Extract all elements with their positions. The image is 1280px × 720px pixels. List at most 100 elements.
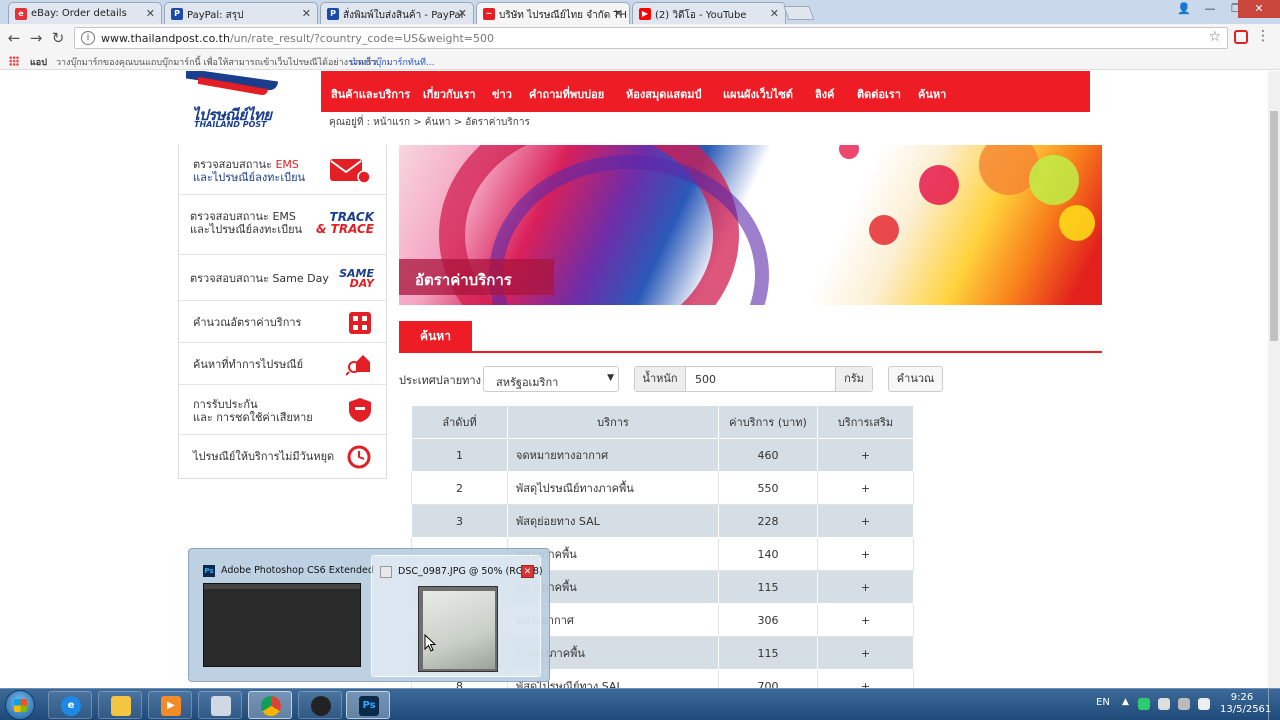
nav-news[interactable]: ข่าว (492, 85, 512, 103)
country-value: สหรัฐอเมริกา (496, 376, 559, 389)
tab-close-icon[interactable]: ✕ (146, 7, 155, 20)
thailand-post-logo[interactable]: ไปรษณีย์ไทย THAILAND POST (178, 71, 288, 131)
bookmark-star-icon[interactable]: ☆ (1208, 29, 1221, 45)
window-close-icon[interactable]: ✕ (1238, 0, 1280, 18)
breadcrumb: คุณอยู่ที่ : หน้าแรก > ค้นหา > อัตราค่าบ… (329, 117, 530, 128)
taskbar-internet-explorer[interactable]: e (48, 691, 92, 719)
dropdown-arrow-icon: ▼ (607, 373, 614, 383)
taskbar-file-explorer[interactable] (98, 691, 142, 719)
tab-close-icon[interactable]: ✕ (614, 7, 623, 20)
thumbnail-photoshop-main[interactable]: Ps Adobe Photoshop CS6 Extended (195, 555, 374, 677)
tab-thailandpost[interactable]: ~ บริษัท ไปรษณีย์ไทย จำกัด TH ✕ (476, 2, 630, 24)
user-icon[interactable]: 👤 (1170, 0, 1198, 18)
tab-ebay[interactable]: e eBay: Order details ✕ (8, 2, 162, 24)
country-select[interactable]: สหรัฐอเมริกา ▼ (483, 366, 619, 392)
extension-icon[interactable] (1234, 30, 1248, 44)
sidebar-item-no-holiday[interactable]: ไปรษณีย์ให้บริการไม่มีวันหยุด (179, 435, 386, 478)
minimize-icon[interactable]: — (1196, 0, 1224, 18)
sidebar-item-label: ค้นหาที่ทำการไปรษณีย์ (193, 358, 304, 371)
extra-service-button[interactable]: + (817, 636, 914, 670)
start-button[interactable] (5, 690, 35, 720)
thumbnail-dsc-image[interactable]: DSC_0987.JPG @ 50% (RGB/8) ✕ (371, 555, 543, 677)
sidebar-item-rate-calculator[interactable]: คำนวณอัตราค่าบริการ (179, 301, 386, 343)
forward-arrow-icon[interactable]: → (26, 29, 46, 47)
internet-explorer-icon: e (61, 696, 81, 716)
extra-service-button[interactable]: + (817, 438, 914, 472)
nav-products[interactable]: สินค้าและบริการ (331, 85, 410, 103)
label-part: และไปรษณีย์ลงทะเบียน (190, 223, 303, 236)
apps-link[interactable]: แอป (30, 55, 47, 69)
extra-service-button[interactable]: + (817, 669, 914, 688)
info-icon[interactable]: i (81, 31, 95, 45)
service-name: พัสดุย่อยทาง SAL (507, 504, 719, 538)
delivery-clock-icon (347, 445, 371, 469)
tray-app-icon[interactable] (1158, 698, 1170, 710)
new-tab-button[interactable] (783, 6, 815, 20)
extra-service-button[interactable]: + (817, 471, 914, 505)
row-number: 1 (411, 438, 508, 472)
sidebar-item-label: ไปรษณีย์ให้บริการไม่มีวันหยุด (193, 450, 335, 463)
main-nav: สินค้าและบริการ เกี่ยวกับเรา ข่าว คำถามท… (321, 71, 1090, 112)
address-bar[interactable]: i www.thailandpost.co.th/un/rate_result/… (74, 27, 1228, 49)
table-row: 3 พัสดุย่อยทาง SAL 228 + (411, 504, 914, 538)
show-desktop-button[interactable] (1268, 689, 1280, 720)
tab-paypal-print[interactable]: P สั่งพิมพ์ใบส่งสินค้า - PayPal ✕ (320, 2, 474, 24)
menu-icon[interactable]: ⋮ (1256, 28, 1270, 44)
back-arrow-icon[interactable]: ← (4, 29, 24, 47)
sidebar-item-ems-track-2[interactable]: ตรวจสอบสถานะ EMS และไปรษณีย์ลงทะเบียน TR… (179, 195, 386, 255)
tab-close-icon[interactable]: ✕ (770, 7, 779, 20)
nav-search[interactable]: ค้นหา (918, 85, 946, 103)
taskbar-chrome[interactable] (248, 691, 292, 719)
tab-search[interactable]: ค้นหา (399, 321, 472, 352)
sidebar-item-ems-track-1[interactable]: ตรวจสอบสถานะ EMS และไปรษณีย์ลงทะเบียน (179, 145, 386, 195)
sidebar-item-same-day[interactable]: ตรวจสอบสถานะ Same Day SAME DAY (179, 255, 386, 301)
import-bookmarks-link[interactable]: นำเข้าบุ๊กมาร์กทันที... (350, 55, 435, 69)
thumbnail-close-icon[interactable]: ✕ (521, 565, 534, 578)
scrollbar-thumb[interactable] (1270, 111, 1278, 341)
tab-close-icon[interactable]: ✕ (302, 7, 311, 20)
paypal-favicon-icon: P (327, 8, 339, 20)
tray-app-icon[interactable] (1138, 698, 1150, 710)
extra-service-button[interactable]: + (817, 504, 914, 538)
bookmarks-bar: แอป วางบุ๊กมาร์กของคุณบนแถบบุ๊กมาร์กนี้ … (0, 52, 1280, 70)
tab-close-icon[interactable]: ✕ (458, 7, 467, 20)
language-indicator[interactable]: EN (1096, 697, 1110, 708)
extra-service-button[interactable]: + (817, 537, 914, 571)
nav-links[interactable]: ลิงค์ (815, 85, 834, 103)
nav-contact[interactable]: ติดต่อเรา (857, 85, 901, 103)
weight-input[interactable]: 500 (695, 373, 716, 386)
windows-taskbar: e ▶ Ps EN ▲ 9:26 13/5/2561 (0, 688, 1280, 720)
sidebar-item-insurance[interactable]: การรับประกัน และ การชดใช้ค่าเสียหาย (179, 385, 386, 435)
show-hidden-icons-icon[interactable]: ▲ (1122, 697, 1129, 707)
tab-title: สั่งพิมพ์ใบส่งสินค้า - PayPal (343, 10, 464, 21)
row-number: 3 (411, 504, 508, 538)
taskbar-obs[interactable] (298, 691, 342, 719)
bookmarks-hint: วางบุ๊กมาร์กของคุณบนแถบบุ๊กมาร์กนี้ เพื่… (56, 58, 377, 68)
extra-service-button[interactable]: + (817, 603, 914, 637)
volume-icon[interactable] (1198, 698, 1210, 710)
tab-youtube[interactable]: ▶ (2) วิดีโอ - YouTube ✕ (632, 2, 786, 24)
label-part: EMS (275, 158, 299, 171)
banner-decoration (919, 165, 959, 205)
photoshop-icon: Ps (203, 565, 215, 577)
sidebar-item-find-post-office[interactable]: ค้นหาที่ทำการไปรษณีย์ (179, 343, 386, 385)
nav-stamp-library[interactable]: ห้องสมุดแสตมป์ (626, 85, 702, 103)
clock[interactable]: 9:26 13/5/2561 (1220, 692, 1271, 716)
reload-icon[interactable]: ↻ (48, 29, 68, 47)
taskbar-photoshop[interactable]: Ps (346, 691, 390, 719)
mouse-cursor-icon (424, 634, 436, 652)
calculate-button[interactable]: คำนวณ (888, 366, 943, 392)
taskbar-network-drive[interactable] (198, 691, 242, 719)
page-scrollbar[interactable] (1268, 71, 1280, 688)
taskbar-media-player[interactable]: ▶ (148, 691, 192, 719)
apps-grid-icon[interactable] (9, 56, 19, 66)
label-part: ไปรษณีย์ลงทะเบียน (212, 171, 306, 184)
divider (399, 351, 1102, 353)
nav-faq[interactable]: คำถามที่พบบ่อย (529, 85, 604, 103)
nav-sitemap[interactable]: แผนผังเว็บไซต์ (723, 85, 793, 103)
nav-about[interactable]: เกี่ยวกับเรา (423, 85, 476, 103)
tab-paypal-summary[interactable]: P PayPal: สรุป ✕ (164, 2, 318, 24)
network-icon[interactable] (1178, 698, 1190, 710)
extra-service-button[interactable]: + (817, 570, 914, 604)
label-part: และ การชดใช้ค่าเสียหาย (193, 411, 313, 424)
